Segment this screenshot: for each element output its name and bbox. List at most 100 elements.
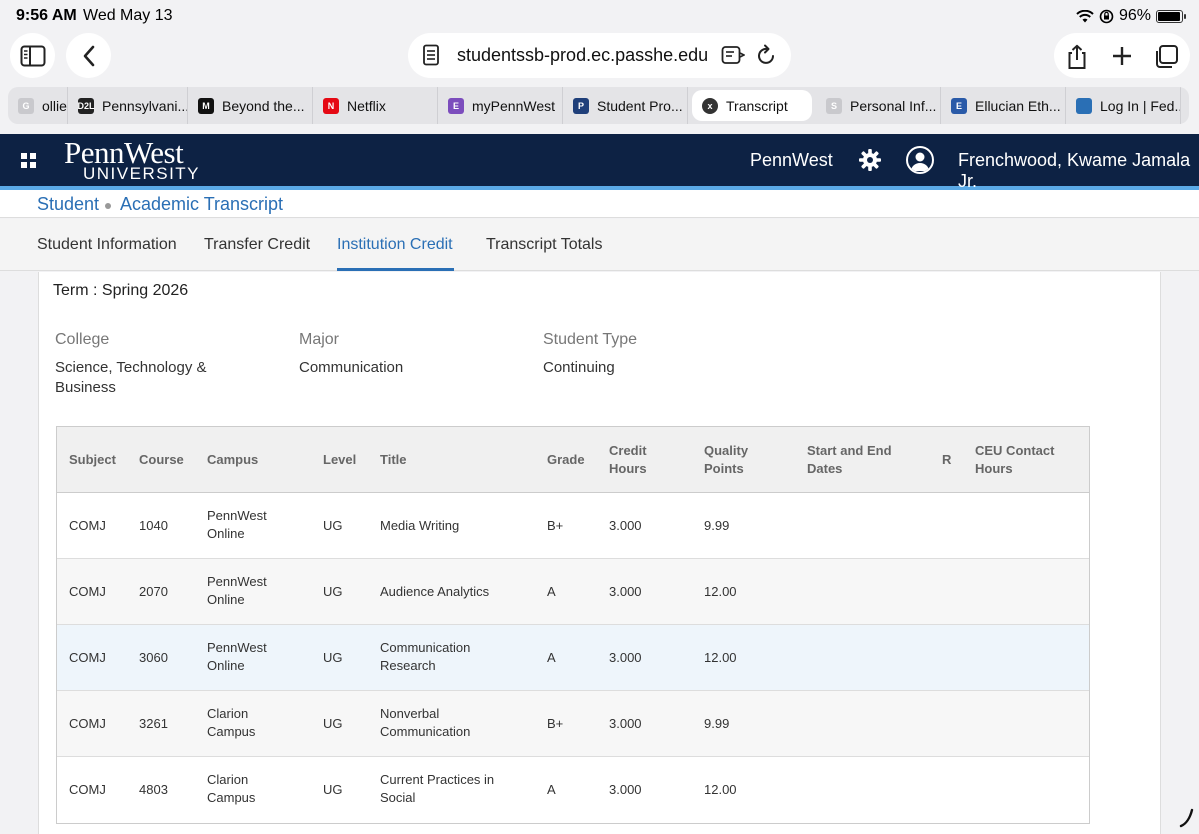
- browser-toolbar: studentssb-prod.ec.passhe.edu: [0, 32, 1199, 82]
- breadcrumb: Student Academic Transcript: [0, 190, 1199, 218]
- battery-icon: [1156, 9, 1186, 23]
- cell-campus: Clarion Campus: [207, 706, 256, 739]
- cell-level: UG: [323, 650, 343, 665]
- cell-title: Media Writing: [380, 518, 460, 533]
- browser-tab[interactable]: P Student Pro...: [563, 87, 688, 124]
- back-button[interactable]: [66, 33, 111, 78]
- browser-tab[interactable]: EmyPennWest: [438, 87, 563, 124]
- col-grade[interactable]: Grade: [547, 451, 585, 469]
- col-course[interactable]: Course: [139, 451, 184, 469]
- logo-subtitle: UNIVERSITY: [83, 164, 201, 183]
- col-title[interactable]: Title: [380, 451, 407, 469]
- cell-subject: COMJ: [69, 650, 106, 665]
- cell-level: UG: [323, 518, 343, 533]
- browser-tab[interactable]: E Ellucian Eth...: [941, 87, 1066, 124]
- tab-favicon-icon: M: [198, 97, 214, 114]
- user-name[interactable]: Frenchwood, Kwame Jamala Jr.: [958, 150, 1199, 192]
- table-row: COMJ 3060 PennWest Online UG Communication R…: [57, 625, 1089, 691]
- cell-grade: B+: [547, 518, 564, 533]
- browser-tab[interactable]: D2L Pennsylvani...: [68, 87, 188, 124]
- share-icon[interactable]: [1066, 44, 1088, 70]
- cell-subject: COMJ: [69, 584, 106, 599]
- cell-level: UG: [323, 584, 343, 599]
- status-time: 9:56 AM: [16, 7, 77, 24]
- battery-percent: 96%: [1118, 7, 1151, 24]
- cell-credit: 3.000: [609, 650, 642, 665]
- cell-level: UG: [323, 716, 343, 731]
- student-type-label: Student Type: [543, 331, 637, 348]
- browser-tab-label: Student Pro...: [597, 97, 683, 114]
- pencil-icon: [1179, 808, 1194, 828]
- browser-tab[interactable]: Gollie: [8, 87, 68, 124]
- tab-favicon-icon: x: [702, 97, 718, 114]
- col-credit-hours[interactable]: Credit Hours: [609, 442, 669, 478]
- col-quality-points[interactable]: Quality Points: [704, 442, 764, 478]
- cell-grade: B+: [547, 716, 564, 731]
- user-icon: [911, 152, 929, 171]
- col-ceu-hours[interactable]: CEU Contact Hours: [975, 442, 1075, 478]
- cell-quality: 12.00: [704, 782, 737, 797]
- institution-credit-panel: Term : Spring 2026 College Science, Tech…: [38, 272, 1161, 834]
- cell-credit: 3.000: [609, 782, 642, 797]
- col-r[interactable]: R: [942, 451, 951, 469]
- address-bar[interactable]: studentssb-prod.ec.passhe.edu: [408, 33, 791, 78]
- url-text: studentssb-prod.ec.passhe.edu: [457, 45, 709, 65]
- tab-overview-icon[interactable]: [1153, 44, 1179, 70]
- active-tab-indicator: [337, 268, 454, 271]
- major-label: Major: [299, 331, 340, 348]
- cell-credit: 3.000: [609, 584, 642, 599]
- breadcrumb-student[interactable]: Student: [37, 194, 99, 215]
- browser-tab-label: myPennWest: [472, 97, 555, 114]
- page-settings-icon: [423, 44, 439, 66]
- table-header: Subject Course Campus Level Title Grade …: [57, 427, 1089, 493]
- cell-subject: COMJ: [69, 518, 106, 533]
- tab-transfer-credit[interactable]: Transfer Credit: [204, 236, 310, 254]
- cell-campus: Clarion Campus: [207, 772, 256, 805]
- col-dates[interactable]: Start and End Dates: [807, 442, 907, 478]
- col-level[interactable]: Level: [323, 451, 356, 469]
- cell-credit: 3.000: [609, 518, 642, 533]
- status-bar: 9:56 AM Wed May 13 96%: [0, 0, 1199, 32]
- cell-grade: A: [547, 650, 556, 665]
- header-org-link[interactable]: PennWest: [750, 150, 833, 171]
- col-campus[interactable]: Campus: [207, 451, 258, 469]
- cell-grade: A: [547, 584, 556, 599]
- cell-subject: COMJ: [69, 716, 106, 731]
- tab-favicon-icon: P: [573, 97, 589, 114]
- apps-grid-icon[interactable]: [21, 153, 36, 168]
- tab-favicon-icon: D2L: [78, 97, 95, 114]
- browser-tab-label: Log In | Fed...: [1100, 97, 1181, 114]
- college-label: College: [55, 331, 110, 348]
- sidebar-toggle-button[interactable]: [10, 33, 55, 78]
- student-type-value: Continuing: [543, 359, 615, 376]
- wifi-icon: [1076, 9, 1094, 22]
- browser-actions: [1054, 33, 1190, 78]
- status-indicators: 96%: [1076, 7, 1186, 25]
- sidebar-icon: [20, 45, 45, 66]
- tab-institution-credit[interactable]: Institution Credit: [337, 236, 453, 254]
- browser-tab-bar: Gollie D2L Pennsylvani... M Beyond the... N Ne…: [8, 87, 1189, 124]
- chevron-left-icon: [83, 45, 94, 66]
- browser-tab[interactable]: Log In | Fed...: [1066, 87, 1181, 124]
- table-row: COMJ 4803 Clarion Campus UG Current Practice…: [57, 757, 1089, 823]
- reload-icon[interactable]: [757, 44, 777, 66]
- browser-tab[interactable]: x Transcript: [692, 90, 812, 121]
- browser-tab[interactable]: M Beyond the...: [188, 87, 313, 124]
- tab-transcript-totals[interactable]: Transcript Totals: [486, 236, 602, 254]
- reader-icon[interactable]: [721, 45, 745, 65]
- cell-quality: 12.00: [704, 584, 737, 599]
- college-value: Science, Technology & Business: [55, 359, 207, 396]
- cell-title: Current Practices in Social: [380, 772, 495, 805]
- tab-student-information[interactable]: Student Information: [37, 236, 177, 254]
- tab-favicon-icon: S: [826, 97, 842, 114]
- gear-icon[interactable]: [858, 148, 882, 172]
- browser-tab[interactable]: S Personal Inf...: [816, 87, 941, 124]
- new-tab-icon[interactable]: [1111, 45, 1133, 67]
- browser-tab[interactable]: st.: [1181, 87, 1189, 124]
- cell-level: UG: [323, 782, 343, 797]
- avatar[interactable]: [906, 146, 934, 174]
- browser-tab[interactable]: N Netflix: [313, 87, 438, 124]
- browser-tab-label: Pennsylvani...: [102, 97, 188, 114]
- col-subject[interactable]: Subject: [69, 451, 116, 469]
- browser-tab-label: ollie: [42, 97, 67, 114]
